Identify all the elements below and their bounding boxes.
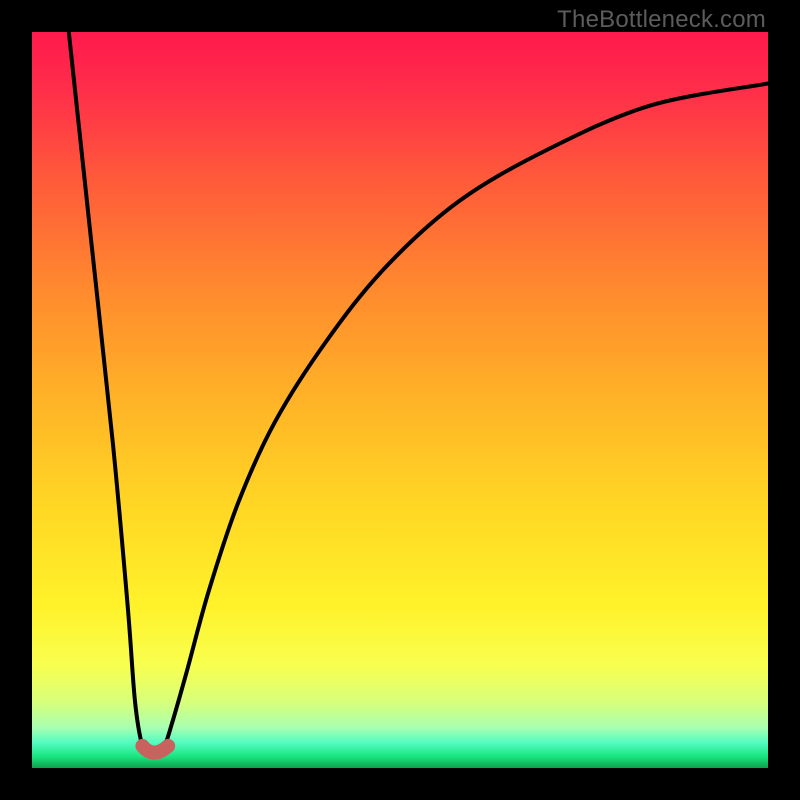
watermark-text: TheBottleneck.com [557, 6, 766, 34]
bottleneck-chart [32, 32, 768, 768]
gradient-background [32, 32, 768, 768]
chart-frame [32, 32, 768, 768]
optimal-marker [142, 746, 168, 753]
